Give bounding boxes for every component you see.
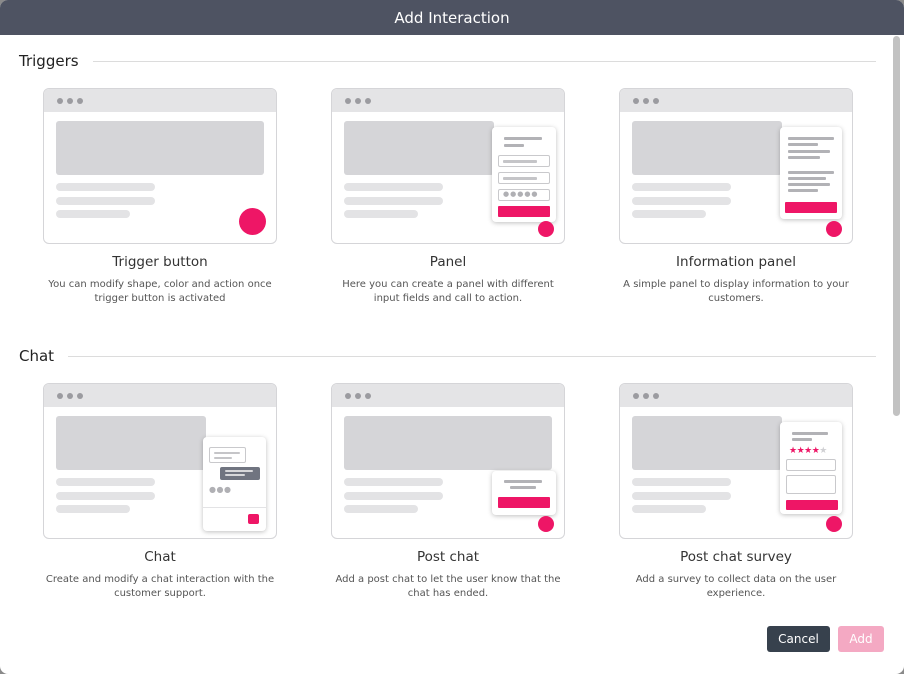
scrollbar-thumb[interactable] bbox=[893, 36, 900, 416]
star-rating: ★★★★★ bbox=[789, 446, 827, 456]
trigger-circle-icon bbox=[826, 516, 842, 532]
card-post-chat[interactable]: Post chat Add a post chat to let the use… bbox=[331, 383, 565, 601]
preview-post-chat-survey: ★★★★★ bbox=[619, 383, 853, 539]
card-title: Panel bbox=[429, 254, 467, 270]
preview-panel: ●●●●● bbox=[331, 88, 565, 244]
star-icon: ★ bbox=[819, 446, 827, 456]
card-description: A simple panel to display information to… bbox=[623, 279, 849, 304]
three-dots-icon bbox=[332, 384, 564, 407]
card-description: Add a survey to collect data on the user… bbox=[635, 574, 837, 599]
add-interaction-dialog: Add Interaction Triggers Trigger button … bbox=[0, 0, 904, 674]
trigger-circle-icon bbox=[538, 221, 554, 237]
info-panel-mockup bbox=[780, 127, 842, 219]
card-title: Chat bbox=[144, 549, 176, 565]
preview-trigger-button bbox=[43, 88, 277, 244]
card-description: You can modify shape, color and action o… bbox=[48, 279, 272, 304]
dialog-title: Add Interaction bbox=[0, 0, 904, 35]
card-title: Trigger button bbox=[112, 254, 208, 270]
card-description: Add a post chat to let the user know tha… bbox=[335, 574, 561, 599]
dialog-content: Triggers Trigger button You can modify s… bbox=[0, 35, 890, 674]
card-title: Post chat survey bbox=[680, 549, 792, 565]
three-dots-icon bbox=[620, 384, 852, 407]
section-divider bbox=[68, 355, 876, 357]
three-dots-icon bbox=[620, 89, 852, 112]
trigger-circle-icon bbox=[538, 516, 554, 532]
trigger-circle-icon bbox=[826, 221, 842, 237]
scrollbar[interactable] bbox=[892, 36, 900, 666]
section-title-chat: Chat bbox=[19, 347, 55, 365]
send-icon bbox=[248, 514, 259, 524]
section-header-chat: Chat bbox=[19, 347, 876, 365]
card-title: Post chat bbox=[416, 549, 480, 565]
card-title: Information panel bbox=[676, 254, 796, 270]
preview-post-chat bbox=[331, 383, 565, 539]
cancel-button[interactable]: Cancel bbox=[767, 626, 830, 652]
survey-mockup: ★★★★★ bbox=[780, 422, 842, 514]
card-description: Create and modify a chat interaction wit… bbox=[45, 574, 275, 599]
card-post-chat-survey[interactable]: ★★★★★ Post chat survey Add a survey to c… bbox=[619, 383, 853, 601]
three-dots-icon bbox=[44, 89, 276, 112]
preview-information-panel bbox=[619, 88, 853, 244]
card-description: Here you can create a panel with differe… bbox=[342, 279, 554, 304]
chat-window-mockup: ●●● bbox=[203, 437, 266, 531]
section-header-triggers: Triggers bbox=[19, 52, 876, 70]
add-button[interactable]: Add bbox=[838, 626, 884, 652]
post-chat-mockup bbox=[492, 471, 556, 515]
three-dots-icon bbox=[44, 384, 276, 407]
card-information-panel[interactable]: Information panel A simple panel to disp… bbox=[619, 88, 853, 306]
trigger-circle-icon bbox=[239, 208, 266, 235]
section-divider bbox=[92, 60, 876, 62]
three-dots-icon bbox=[332, 89, 564, 112]
card-chat[interactable]: ●●● Chat Create and modify a chat intera… bbox=[43, 383, 277, 601]
card-trigger-button[interactable]: Trigger button You can modify shape, col… bbox=[43, 88, 277, 306]
preview-chat: ●●● bbox=[43, 383, 277, 539]
star-icon: ★★★★ bbox=[789, 446, 820, 456]
panel-mockup: ●●●●● bbox=[492, 127, 556, 222]
card-panel[interactable]: ●●●●● Panel Here you can create a panel … bbox=[331, 88, 565, 306]
section-title-triggers: Triggers bbox=[19, 52, 79, 70]
